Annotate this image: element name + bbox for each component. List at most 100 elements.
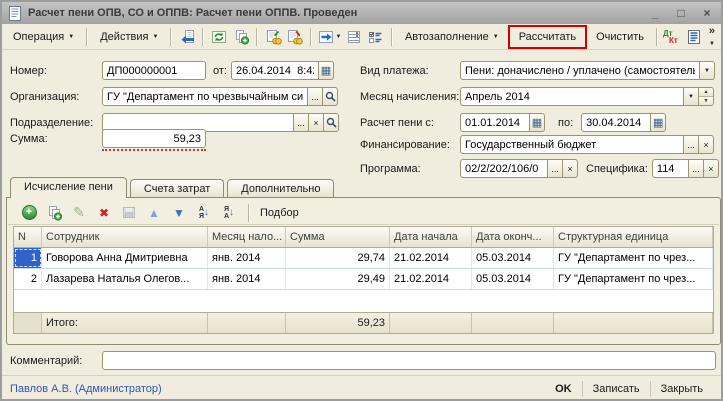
row-number-cell[interactable]: 1 xyxy=(14,248,42,268)
date-start-cell[interactable]: 21.02.2014 xyxy=(390,269,472,289)
save-button[interactable]: Записать xyxy=(583,383,650,395)
date-end-cell[interactable]: 05.03.2014 xyxy=(472,248,554,268)
sort-ascending-button[interactable]: АЯ ↓ xyxy=(195,204,213,222)
month-cell[interactable]: янв. 2014 xyxy=(208,248,286,268)
tab-page-penalty-calculation: + ✎ ✖ ▲ ▼ xyxy=(6,197,721,345)
toolbar-overflow-button[interactable]: » ▼ xyxy=(707,26,717,48)
clear-button[interactable]: Очистить xyxy=(589,27,651,47)
sum-cell[interactable]: 29,74 xyxy=(286,248,390,268)
payment-type-combo[interactable] xyxy=(460,61,700,80)
dtkt-button[interactable]: Дт Кт xyxy=(663,26,683,47)
penalty-from-input[interactable] xyxy=(460,113,530,132)
header-unit[interactable]: Структурная единица xyxy=(554,227,713,247)
number-input[interactable] xyxy=(102,61,206,80)
accrual-month-spinner[interactable]: ▲ ▼ xyxy=(699,87,714,106)
penalty-table: N Сотрудник Месяц нало... Сумма Дата нач… xyxy=(13,226,714,334)
document-datetime-input[interactable] xyxy=(231,61,319,80)
employee-cell[interactable]: Лазарева Наталья Олегов... xyxy=(42,269,208,289)
spin-down-icon[interactable]: ▼ xyxy=(699,97,713,105)
unit-cell[interactable]: ГУ "Департамент по чрез... xyxy=(554,248,713,268)
sum-input[interactable] xyxy=(102,129,206,148)
refresh-button[interactable] xyxy=(209,26,229,47)
goto-button[interactable]: ▼ xyxy=(317,26,342,47)
close-button[interactable]: × xyxy=(699,5,715,21)
maximize-button[interactable]: □ xyxy=(673,5,689,21)
row-number-cell[interactable]: 2 xyxy=(14,269,42,289)
tab-expense-accounts[interactable]: Счета затрат xyxy=(130,179,224,198)
month-cell[interactable]: янв. 2014 xyxy=(208,269,286,289)
ok-button[interactable]: OK xyxy=(545,383,582,395)
actions-menu-button[interactable]: Действия ▼ xyxy=(93,27,165,47)
report-button[interactable] xyxy=(685,26,705,47)
header-date-end[interactable]: Дата оконч... xyxy=(472,227,554,247)
document-movements-button[interactable] xyxy=(263,26,283,47)
employee-cell[interactable]: Говорова Анна Дмитриевна xyxy=(42,248,208,268)
spin-up-icon[interactable]: ▲ xyxy=(699,88,713,97)
payment-type-dropdown-button[interactable]: ▼ xyxy=(700,61,715,80)
pick-button[interactable]: Подбор xyxy=(260,207,299,219)
calculate-button[interactable]: Рассчитать xyxy=(516,29,579,45)
move-down-button[interactable]: ▼ xyxy=(170,204,188,222)
tab-additional[interactable]: Дополнительно xyxy=(227,179,334,198)
copy-add-icon xyxy=(233,29,250,45)
sum-red-dotted-underline xyxy=(102,149,206,151)
financing-input[interactable] xyxy=(460,135,684,154)
accrual-month-combo[interactable] xyxy=(460,87,684,106)
specifics-clear-button[interactable]: × xyxy=(704,159,719,178)
header-sum[interactable]: Сумма xyxy=(286,227,390,247)
add-row-button[interactable]: + xyxy=(20,204,38,222)
end-edit-button[interactable] xyxy=(120,204,138,222)
current-user-link[interactable]: Павлов А.В. (Администратор) xyxy=(10,383,162,395)
comment-input[interactable] xyxy=(102,351,716,370)
sort-descending-button[interactable]: ЯА ↓ xyxy=(220,204,238,222)
table-row[interactable]: 2 Лазарева Наталья Олегов... янв. 2014 2… xyxy=(14,269,713,290)
tab-strip: Исчисление пени Счета затрат Дополнитель… xyxy=(10,178,334,198)
total-value: 59,23 xyxy=(286,313,390,333)
header-n[interactable]: N xyxy=(14,227,42,247)
organization-select-button[interactable]: ... xyxy=(308,87,323,106)
post-document-button[interactable] xyxy=(177,26,197,47)
cancel-movements-button[interactable] xyxy=(285,26,305,47)
edit-row-button[interactable]: ✎ xyxy=(70,204,88,222)
financing-select-button[interactable]: ... xyxy=(684,135,699,154)
header-date-start[interactable]: Дата начала xyxy=(390,227,472,247)
status-bar: Павлов А.В. (Администратор) OK Записать … xyxy=(2,375,721,401)
table-row[interactable]: 1 Говорова Анна Дмитриевна янв. 2014 29,… xyxy=(14,248,713,269)
tab-penalty-calculation[interactable]: Исчисление пени xyxy=(10,177,127,198)
program-select-button[interactable]: ... xyxy=(548,159,563,178)
number-label: Номер: xyxy=(10,65,102,77)
specifics-select-button[interactable]: ... xyxy=(689,159,704,178)
copy-document-button[interactable] xyxy=(231,26,251,47)
table-total-row: Итого: 59,23 xyxy=(14,312,713,333)
calendar-button[interactable]: ▦ xyxy=(651,113,666,132)
organization-open-button[interactable] xyxy=(323,87,338,106)
department-label: Подразделение: xyxy=(10,117,102,129)
toolbar-separator xyxy=(248,204,250,222)
penalty-to-input[interactable] xyxy=(581,113,651,132)
date-start-cell[interactable]: 21.02.2014 xyxy=(390,248,472,268)
date-end-cell[interactable]: 05.03.2014 xyxy=(472,269,554,289)
autofill-menu-button[interactable]: Автозаполнение ▼ xyxy=(398,27,506,47)
list-settings-button[interactable] xyxy=(366,26,386,47)
sum-cell[interactable]: 29,49 xyxy=(286,269,390,289)
financing-clear-button[interactable]: × xyxy=(699,135,714,154)
chevron-down-icon: ▼ xyxy=(68,34,74,40)
move-up-button[interactable]: ▲ xyxy=(145,204,163,222)
copy-row-button[interactable] xyxy=(45,204,63,222)
calendar-button[interactable]: ▦ xyxy=(319,61,334,80)
close-form-button[interactable]: Закрыть xyxy=(651,383,713,395)
program-input[interactable] xyxy=(460,159,548,178)
header-month[interactable]: Месяц нало... xyxy=(208,227,286,247)
unit-cell[interactable]: ГУ "Департамент по чрез... xyxy=(554,269,713,289)
calendar-button[interactable]: ▦ xyxy=(530,113,545,132)
delete-row-button[interactable]: ✖ xyxy=(95,204,113,222)
header-employee[interactable]: Сотрудник xyxy=(42,227,208,247)
operation-menu-button[interactable]: Операция ▼ xyxy=(6,27,81,47)
minimize-button[interactable]: _ xyxy=(647,5,663,21)
structure-button[interactable] xyxy=(344,26,364,47)
accrual-month-dropdown-button[interactable]: ▼ xyxy=(684,87,699,106)
specifics-input[interactable] xyxy=(652,159,689,178)
program-clear-button[interactable]: × xyxy=(563,159,578,178)
overflow-chevron-icon: » xyxy=(709,27,715,36)
organization-input[interactable] xyxy=(102,87,308,106)
